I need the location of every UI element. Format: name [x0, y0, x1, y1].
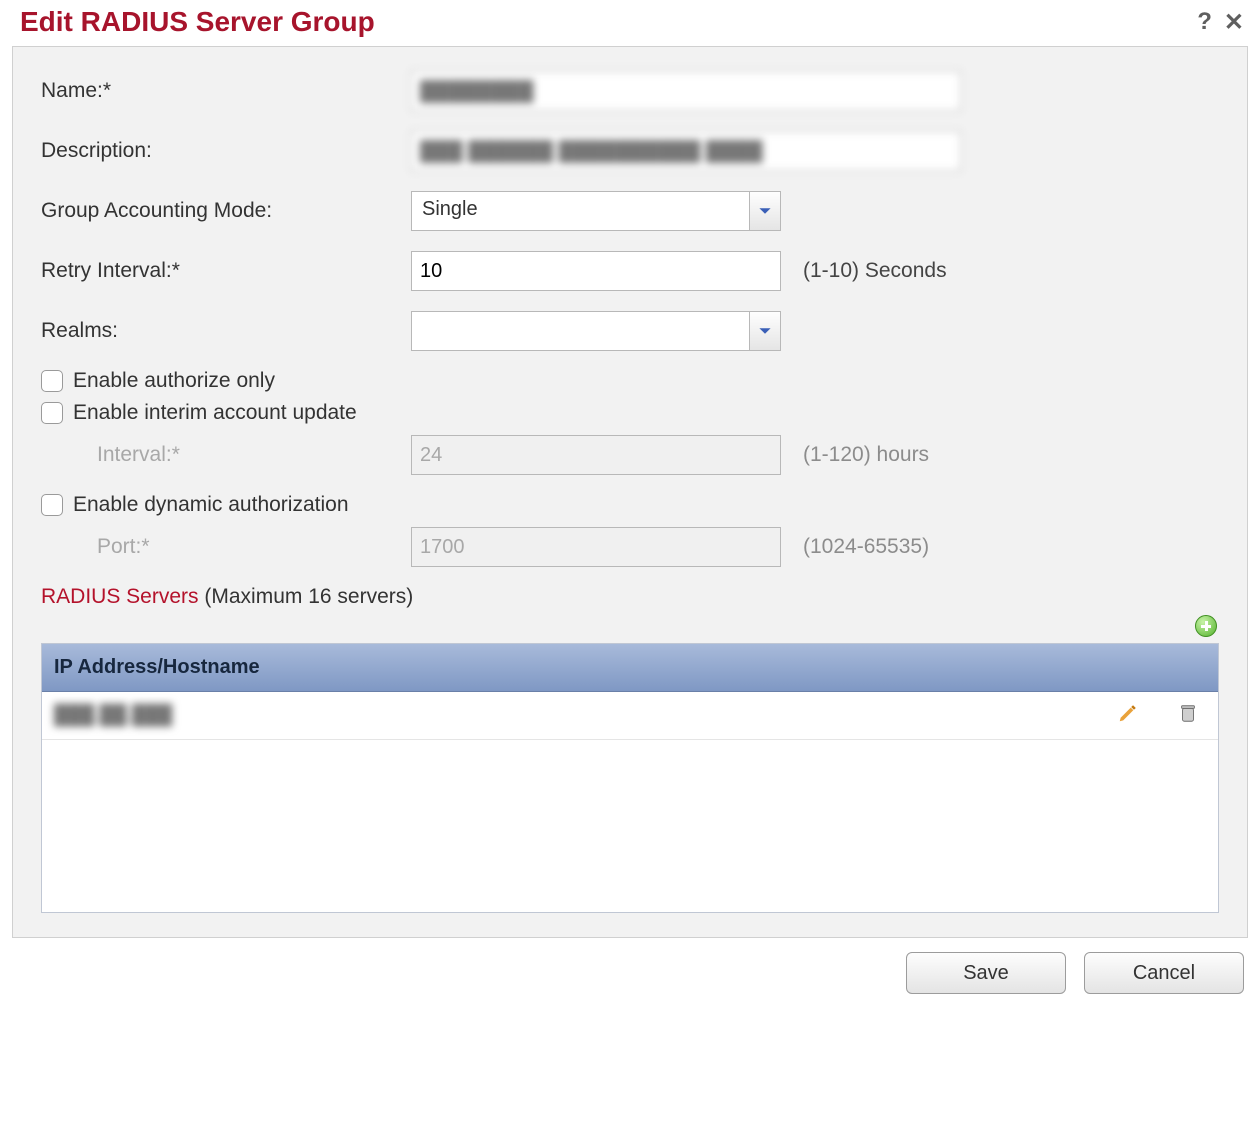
accounting-mode-combo[interactable]: Single: [411, 191, 781, 231]
help-icon[interactable]: ?: [1197, 8, 1212, 36]
row-realms: Realms:: [41, 309, 1219, 353]
retry-interval-input[interactable]: [411, 251, 781, 291]
label-accounting-mode: Group Accounting Mode:: [41, 199, 411, 223]
dynamic-port-input: [411, 527, 781, 567]
servers-title-note: (Maximum 16 servers): [204, 585, 413, 608]
close-icon[interactable]: ✕: [1224, 8, 1244, 37]
server-hostname: ███.██.███: [42, 705, 1098, 727]
label-retry-interval: Retry Interval:*: [41, 259, 411, 283]
authorize-only-checkbox[interactable]: [41, 370, 63, 392]
chevron-down-icon[interactable]: [749, 191, 781, 231]
dialog-body: Name:* Description: Group Accounting Mod…: [12, 46, 1248, 938]
dialog-footer: Save Cancel: [12, 938, 1248, 994]
interim-interval-input: [411, 435, 781, 475]
servers-section-title: RADIUS Servers (Maximum 16 servers): [41, 585, 1219, 609]
delete-server-button[interactable]: [1177, 702, 1199, 724]
hint-retry-interval: (1-10) Seconds: [781, 259, 947, 283]
servers-grid-header: IP Address/Hostname: [42, 644, 1218, 692]
hint-dynamic-port: (1024-65535): [781, 535, 929, 559]
authorize-only-label: Enable authorize only: [73, 369, 275, 393]
servers-grid: IP Address/Hostname ███.██.███: [41, 643, 1219, 913]
row-interim-interval: Interval:* (1-120) hours: [41, 433, 1219, 477]
row-accounting-mode: Group Accounting Mode: Single: [41, 189, 1219, 233]
edit-server-button[interactable]: [1117, 702, 1139, 724]
dynamic-auth-label: Enable dynamic authorization: [73, 493, 349, 517]
servers-toolbar: [41, 609, 1219, 643]
description-input[interactable]: [411, 131, 961, 171]
row-dynamic-port: Port:* (1024-65535): [41, 525, 1219, 569]
server-row: ███.██.███: [42, 692, 1218, 740]
row-retry-interval: Retry Interval:* (1-10) Seconds: [41, 249, 1219, 293]
label-name: Name:*: [41, 79, 411, 103]
chevron-down-icon[interactable]: [749, 311, 781, 351]
row-interim-update: Enable interim account update: [41, 401, 1219, 425]
label-realms: Realms:: [41, 319, 411, 343]
row-description: Description:: [41, 129, 1219, 173]
row-name: Name:*: [41, 69, 1219, 113]
name-input[interactable]: [411, 71, 961, 111]
interim-update-checkbox[interactable]: [41, 402, 63, 424]
save-button[interactable]: Save: [906, 952, 1066, 994]
accounting-mode-value: Single: [411, 191, 749, 231]
dialog-title: Edit RADIUS Server Group: [16, 6, 1185, 38]
label-interim-interval: Interval:*: [41, 443, 411, 467]
realms-value: [411, 311, 749, 351]
interim-update-label: Enable interim account update: [73, 401, 357, 425]
col-header-hostname: IP Address/Hostname: [42, 656, 1098, 679]
add-server-button[interactable]: [1195, 615, 1217, 637]
servers-title-text: RADIUS Servers: [41, 585, 199, 608]
label-description: Description:: [41, 139, 411, 163]
realms-combo[interactable]: [411, 311, 781, 351]
row-authorize-only: Enable authorize only: [41, 369, 1219, 393]
hint-interim-interval: (1-120) hours: [781, 443, 929, 467]
label-dynamic-port: Port:*: [41, 535, 411, 559]
row-dynamic-auth: Enable dynamic authorization: [41, 493, 1219, 517]
cancel-button[interactable]: Cancel: [1084, 952, 1244, 994]
dynamic-auth-checkbox[interactable]: [41, 494, 63, 516]
dialog-titlebar: Edit RADIUS Server Group ? ✕: [12, 6, 1248, 46]
